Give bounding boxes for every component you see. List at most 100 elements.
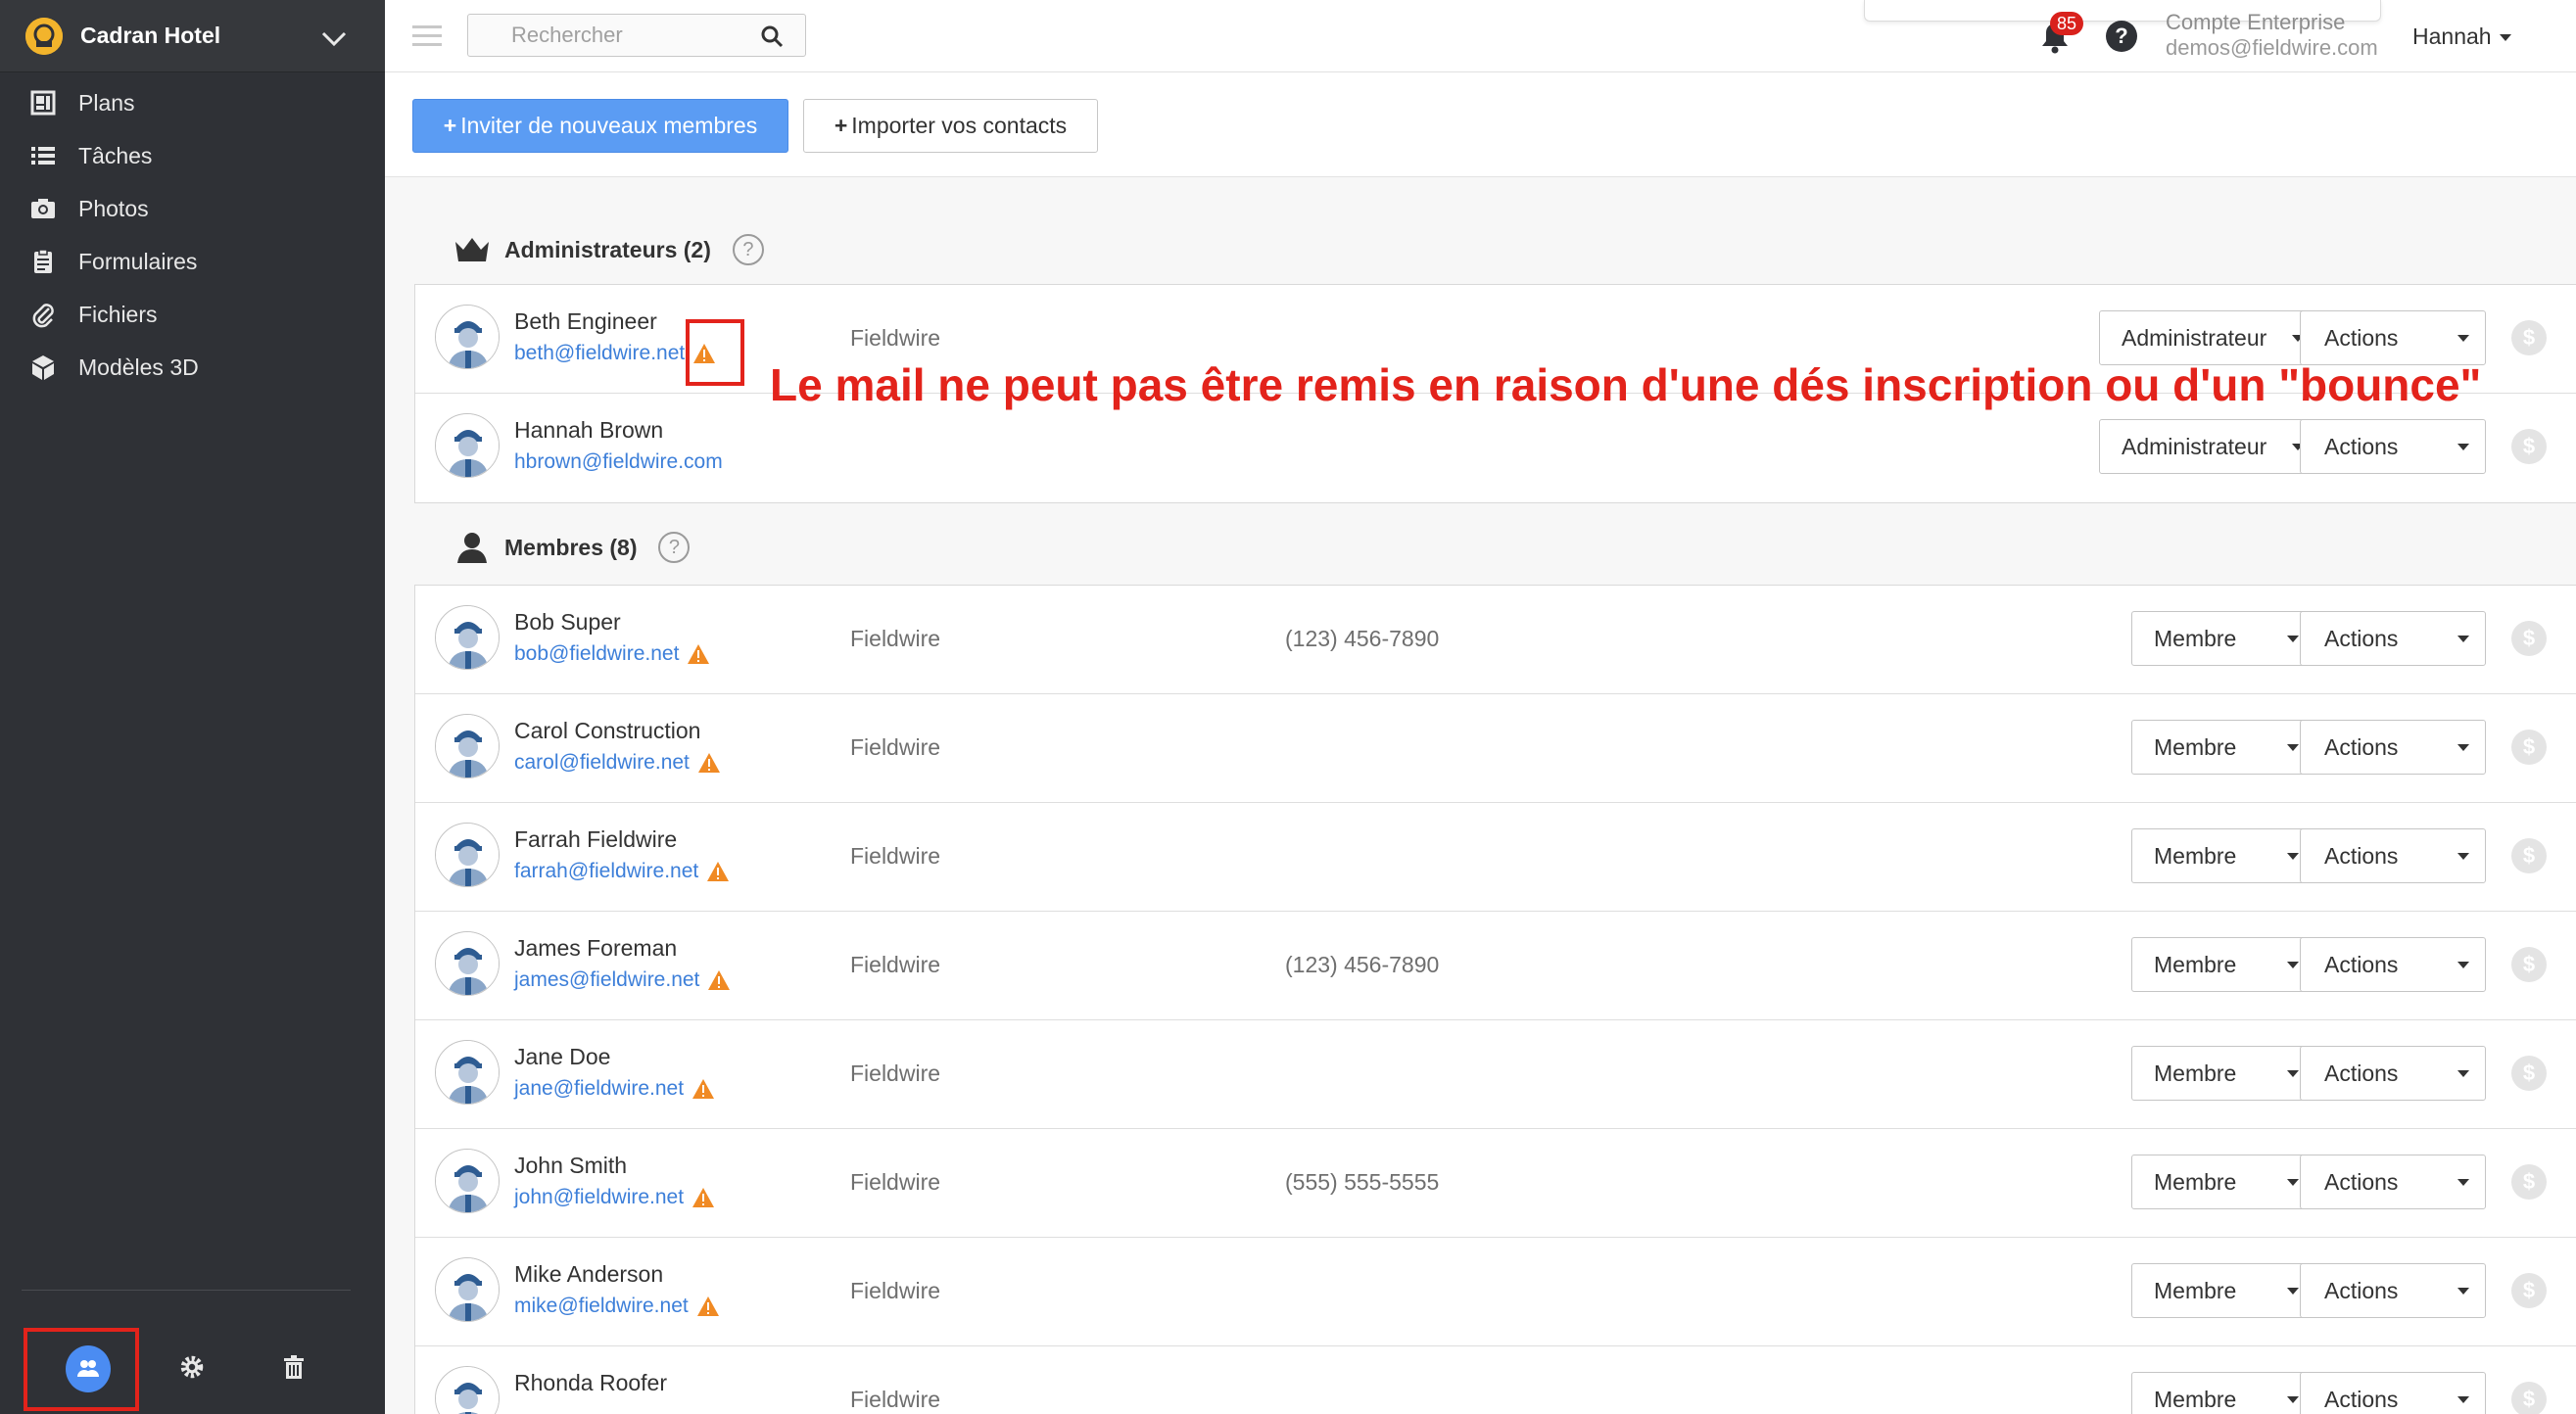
dollar-icon[interactable]: $	[2511, 1056, 2547, 1091]
member-company: Fieldwire	[850, 1060, 941, 1086]
crown-icon	[453, 234, 491, 265]
main-content: + Inviter de nouveaux membres + Importer v…	[385, 73, 2576, 1414]
trash-button[interactable]	[271, 1346, 316, 1391]
dollar-icon[interactable]: $	[2511, 1382, 2547, 1414]
member-company: Fieldwire	[850, 325, 941, 351]
member-email[interactable]: mike@fieldwire.net	[514, 1295, 720, 1318]
dollar-icon[interactable]: $	[2511, 730, 2547, 765]
role-dropdown[interactable]: Membre	[2131, 611, 2315, 666]
member-name: Hannah Brown	[514, 417, 664, 443]
member-email[interactable]: farrah@fieldwire.net	[514, 860, 730, 883]
sidebar-item-forms[interactable]: Formulaires	[0, 235, 385, 288]
dollar-icon[interactable]: $	[2511, 1273, 2547, 1308]
invite-members-button[interactable]: + Inviter de nouveaux membres	[412, 99, 788, 153]
caret-down-icon	[2457, 744, 2469, 751]
dollar-icon[interactable]: $	[2511, 1164, 2547, 1200]
top-bar: 85 ? Compte Enterprise demos@fieldwire.c…	[385, 0, 2576, 72]
sidebar-item-label: Photos	[78, 195, 149, 221]
warning-icon[interactable]	[692, 1078, 715, 1100]
caret-down-icon	[2287, 853, 2299, 860]
actions-dropdown[interactable]: Actions	[2300, 419, 2486, 474]
import-contacts-button[interactable]: + Importer vos contacts	[803, 99, 1098, 153]
cube-icon	[29, 354, 57, 381]
member-email[interactable]: bob@fieldwire.net	[514, 642, 710, 666]
role-dropdown[interactable]: Membre	[2131, 1372, 2315, 1414]
project-selector[interactable]: Cadran Hotel	[0, 0, 385, 72]
member-email[interactable]: carol@fieldwire.net	[514, 751, 721, 775]
person-icon	[453, 532, 491, 563]
sidebar-item-files[interactable]: Fichiers	[0, 288, 385, 341]
sidebar-item-3d-models[interactable]: Modèles 3D	[0, 341, 385, 394]
member-email[interactable]: jane@fieldwire.net	[514, 1077, 715, 1101]
help-icon[interactable]: ?	[2106, 21, 2137, 52]
menu-icon[interactable]	[412, 24, 442, 47]
sidebar: Cadran Hotel Plans Tâches Photos Formula…	[0, 0, 385, 1414]
caret-down-icon	[2457, 1070, 2469, 1077]
actions-dropdown[interactable]: Actions	[2300, 1372, 2486, 1414]
member-company: Fieldwire	[850, 734, 941, 760]
actions-dropdown[interactable]: Actions	[2300, 310, 2486, 365]
member-name: Bob Super	[514, 609, 621, 635]
table-row: Bob Super bob@fieldwire.net Fieldwire (1…	[415, 586, 2576, 694]
search-icon[interactable]	[760, 24, 784, 48]
role-dropdown[interactable]: Membre	[2131, 828, 2315, 883]
caret-down-icon	[2287, 636, 2299, 642]
dollar-icon[interactable]: $	[2511, 320, 2547, 355]
caret-down-icon	[2287, 962, 2299, 968]
actions-dropdown[interactable]: Actions	[2300, 1263, 2486, 1318]
user-menu[interactable]: Hannah	[2412, 24, 2511, 50]
account-email: demos@fieldwire.com	[2166, 35, 2378, 60]
member-name: James Foreman	[514, 935, 678, 961]
role-dropdown[interactable]: Membre	[2131, 1046, 2315, 1101]
role-dropdown[interactable]: Membre	[2131, 720, 2315, 775]
plus-icon: +	[443, 113, 457, 138]
warning-icon[interactable]	[696, 1296, 720, 1317]
caret-down-icon	[2499, 34, 2511, 42]
dollar-icon[interactable]: $	[2511, 838, 2547, 873]
warning-icon[interactable]	[692, 1187, 715, 1208]
member-email[interactable]: hbrown@fieldwire.com	[514, 450, 723, 474]
table-row: John Smith john@fieldwire.net Fieldwire …	[415, 1129, 2576, 1238]
member-name: Farrah Fieldwire	[514, 826, 678, 852]
notification-badge: 85	[2050, 12, 2083, 35]
question-icon[interactable]: ?	[658, 532, 691, 563]
actions-dropdown[interactable]: Actions	[2300, 828, 2486, 883]
actions-dropdown[interactable]: Actions	[2300, 611, 2486, 666]
caret-down-icon	[2457, 853, 2469, 860]
members-title: Membres (8)	[504, 534, 638, 560]
sidebar-item-photos[interactable]: Photos	[0, 182, 385, 235]
warning-icon[interactable]	[697, 752, 721, 774]
sidebar-item-plans[interactable]: Plans	[0, 76, 385, 129]
dollar-icon[interactable]: $	[2511, 947, 2547, 982]
sidebar-item-label: Fichiers	[78, 301, 158, 327]
actions-dropdown[interactable]: Actions	[2300, 720, 2486, 775]
question-icon[interactable]: ?	[732, 234, 764, 265]
actions-dropdown[interactable]: Actions	[2300, 1046, 2486, 1101]
caret-down-icon	[2287, 1396, 2299, 1403]
role-dropdown[interactable]: Membre	[2131, 1155, 2315, 1209]
chevron-down-icon[interactable]	[319, 24, 349, 53]
actions-dropdown[interactable]: Actions	[2300, 937, 2486, 992]
member-phone: (123) 456-7890	[1285, 952, 1440, 977]
sidebar-item-tasks[interactable]: Tâches	[0, 129, 385, 182]
role-dropdown[interactable]: Membre	[2131, 1263, 2315, 1318]
caret-down-icon	[2287, 744, 2299, 751]
member-email[interactable]: john@fieldwire.net	[514, 1186, 715, 1209]
actions-dropdown[interactable]: Actions	[2300, 1155, 2486, 1209]
table-row: Rhonda Roofer Fieldwire Membre Actions $	[415, 1346, 2576, 1414]
role-dropdown[interactable]: Administrateur	[2099, 419, 2314, 474]
avatar	[435, 1040, 500, 1105]
role-dropdown[interactable]: Administrateur	[2099, 310, 2314, 365]
role-dropdown[interactable]: Membre	[2131, 937, 2315, 992]
dollar-icon[interactable]: $	[2511, 429, 2547, 464]
caret-down-icon	[2457, 444, 2469, 450]
caret-down-icon	[2457, 1288, 2469, 1295]
avatar	[435, 823, 500, 887]
member-email[interactable]: james@fieldwire.net	[514, 968, 731, 992]
warning-icon[interactable]	[707, 969, 731, 991]
search-input[interactable]	[480, 21, 744, 50]
warning-icon[interactable]	[706, 861, 730, 882]
dollar-icon[interactable]: $	[2511, 621, 2547, 656]
settings-button[interactable]	[169, 1346, 215, 1391]
warning-icon[interactable]	[687, 643, 710, 665]
